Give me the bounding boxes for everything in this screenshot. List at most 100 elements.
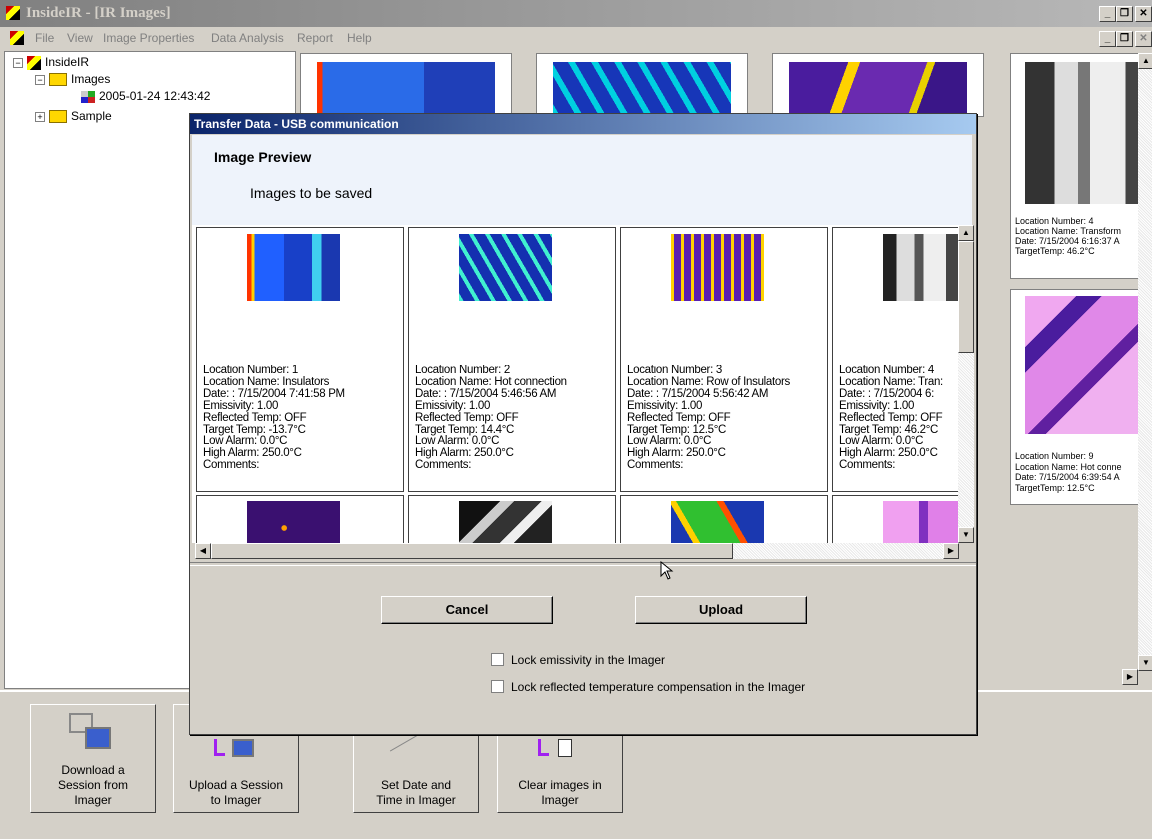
card-date: Date: 7/15/2004 6:39:54 A: [1015, 472, 1120, 482]
minimize-button[interactable]: _: [1099, 6, 1116, 22]
preview-card-3[interactable]: Location Number: 3 Location Name: Row of…: [620, 227, 828, 492]
app-title: InsideIR - [IR Images]: [26, 5, 171, 21]
menu-report[interactable]: Report: [297, 27, 333, 49]
preview-card-1[interactable]: Location Number: 1 Location Name: Insula…: [196, 227, 404, 492]
restore-button[interactable]: ❐: [1116, 6, 1133, 22]
child-close-button[interactable]: ✕: [1135, 31, 1152, 47]
button-label: Clear images in: [518, 778, 602, 792]
info-line: Comments:: [415, 459, 472, 472]
card-location-name: Location Name: Transform: [1015, 226, 1122, 236]
preview-card-4[interactable]: Location Number: 4 Location Name: Tran: …: [832, 227, 958, 492]
expand-sample-icon[interactable]: +: [35, 112, 45, 122]
menu-help[interactable]: Help: [347, 27, 372, 49]
collapse-root-icon[interactable]: −: [13, 58, 23, 68]
separator: [190, 562, 976, 566]
thermal-thumbnail: [553, 62, 731, 116]
button-label: Download a: [61, 763, 125, 777]
child-minimize-button[interactable]: _: [1099, 31, 1116, 47]
lock-reflected-checkbox[interactable]: [491, 680, 504, 693]
cancel-button[interactable]: Cancel: [381, 596, 553, 624]
card-info: Location Number: 1 Location Name: Insula…: [203, 365, 399, 472]
close-button[interactable]: ✕: [1135, 6, 1152, 22]
button-label: Upload a Session: [188, 778, 284, 792]
grayscale-thumbnail: [883, 234, 958, 301]
menu-bar: File View Image Properties Data Analysis…: [0, 27, 1152, 49]
info-line: Emissivity: 1.00: [627, 399, 703, 412]
lock-reflected-label: Lock reflected temperature compensation …: [511, 680, 806, 694]
gallery-scroll-track[interactable]: [1138, 69, 1152, 661]
button-label: to Imager: [210, 793, 262, 807]
thermal-thumbnail: [1025, 296, 1143, 434]
info-line: Comments:: [839, 459, 896, 472]
button-label: Imager: [541, 793, 579, 807]
info-line: Date: : 7/15/2004 5:46:56 AM: [415, 387, 557, 400]
tree-root-label: InsideIR: [45, 55, 90, 69]
info-line: Comments:: [203, 459, 260, 472]
app-title-bar[interactable]: InsideIR - [IR Images] _ ❐ ✕: [0, 0, 1152, 27]
images-folder-label: Images: [71, 72, 111, 86]
menu-file[interactable]: File: [35, 27, 54, 49]
gallery-card[interactable]: [300, 53, 512, 117]
dialog-title-bar[interactable]: Transfer Data - USB communication: [190, 114, 976, 134]
gallery-scroll-down-icon[interactable]: ▼: [1138, 655, 1152, 671]
preview-scroll-left-icon[interactable]: ◀: [195, 543, 211, 559]
info-line: Emissivity: 1.00: [415, 399, 491, 412]
info-line: Reflected Temp: OFF: [839, 411, 943, 424]
folder-icon: [49, 73, 67, 87]
session-label: 2005-01-24 12:43:42: [99, 89, 211, 103]
gallery-card-9[interactable]: Location Number: 9 Location Name: Hot co…: [1010, 289, 1152, 505]
dialog-title: Transfer Data - USB communication: [194, 117, 399, 131]
collapse-images-icon[interactable]: −: [35, 75, 45, 85]
transfer-data-dialog: Transfer Data - USB communication Image …: [189, 113, 977, 735]
preview-scroll-up-icon[interactable]: ▲: [958, 225, 974, 241]
download-session-button[interactable]: Download a Session from Imager: [30, 704, 156, 813]
info-line: Date: : 7/15/2004 5:56:42 AM: [627, 387, 769, 400]
info-line: Date: : 7/15/2004 6:: [839, 387, 935, 400]
tree-root[interactable]: InsideIR: [27, 55, 89, 70]
preview-hscroll-thumb[interactable]: [211, 543, 733, 559]
download-session-icon: [69, 713, 111, 753]
images-to-be-saved-label: Images to be saved: [250, 185, 373, 201]
thermal-thumbnail: [247, 234, 340, 301]
tree-images-folder[interactable]: Images: [49, 72, 111, 87]
child-restore-button[interactable]: ❐: [1116, 31, 1133, 47]
menu-view[interactable]: View: [67, 27, 93, 49]
preview-scroll-right-icon[interactable]: ▶: [943, 543, 959, 559]
clock-icon: [389, 734, 431, 773]
card-location-number: Location Number: 9: [1015, 451, 1094, 461]
gallery-scroll-up-icon[interactable]: ▲: [1138, 53, 1152, 69]
card-info: Location Number: 3 Location Name: Row of…: [627, 365, 823, 472]
info-line: Reflected Temp: OFF: [203, 411, 307, 424]
gallery-card-4[interactable]: Location Number: 4 Location Name: Transf…: [1010, 53, 1152, 279]
tree-session[interactable]: 2005-01-24 12:43:42: [81, 89, 210, 103]
preview-card-7[interactable]: [620, 495, 828, 543]
gallery-scroll-right-icon[interactable]: ▶: [1122, 669, 1138, 685]
lock-emissivity-checkbox[interactable]: [491, 653, 504, 666]
info-line: Date: : 7/15/2004 7:41:58 PM: [203, 387, 345, 400]
preview-card-2[interactable]: Location Number: 2 Location Name: Hot co…: [408, 227, 616, 492]
insideir-icon: [27, 55, 41, 70]
preview-scroll-down-icon[interactable]: ▼: [958, 527, 974, 543]
info-line: Emissivity: 1.00: [839, 399, 915, 412]
upload-button[interactable]: Upload: [635, 596, 807, 624]
menu-data-analysis[interactable]: Data Analysis: [211, 27, 284, 49]
menu-image-properties[interactable]: Image Properties: [103, 27, 194, 49]
dialog-header: Image Preview Images to be saved: [192, 135, 972, 226]
insideir-app-icon: [6, 6, 20, 20]
tree-sample-folder[interactable]: Sample: [49, 109, 112, 124]
preview-card-6[interactable]: [408, 495, 616, 543]
preview-vscroll-thumb[interactable]: [958, 241, 974, 353]
preview-card-8[interactable]: [832, 495, 958, 543]
document-icon[interactable]: [10, 31, 24, 45]
info-line: Reflected Temp: OFF: [415, 411, 519, 424]
preview-card-5[interactable]: [196, 495, 404, 543]
session-icon: [81, 90, 95, 103]
upload-session-icon: [214, 739, 254, 757]
card-info: Location Number: 2 Location Name: Hot co…: [415, 365, 611, 472]
button-label: Imager: [74, 793, 112, 807]
gallery-card[interactable]: [536, 53, 748, 117]
thermal-thumbnail: [671, 234, 764, 301]
gallery-card[interactable]: [772, 53, 984, 117]
card-target-temp: TargetTemp: 12.5°C: [1015, 483, 1095, 493]
thermal-thumbnail: [883, 501, 958, 543]
